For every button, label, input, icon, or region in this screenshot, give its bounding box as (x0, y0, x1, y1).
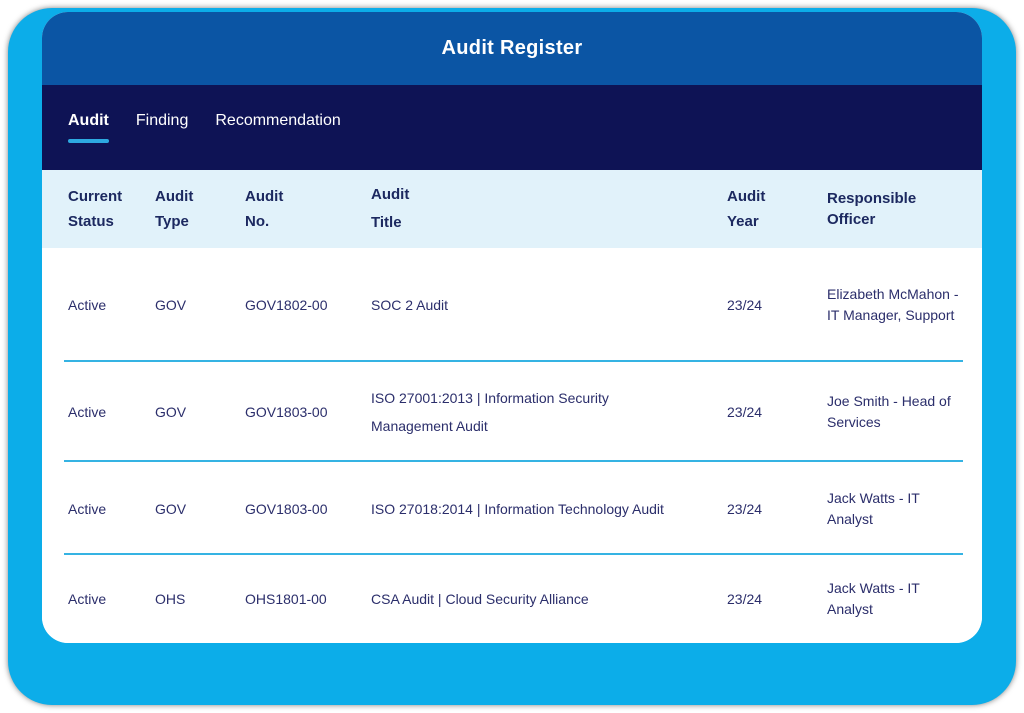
cell-audit-no: OHS1801-00 (245, 591, 371, 607)
column-header-audit-title: Audit Title (371, 181, 727, 237)
cell-audit-type: GOV (155, 501, 245, 517)
cell-responsible-officer: Jack Watts - IT Analyst (827, 578, 962, 620)
column-header-responsible-officer: Responsible Officer (827, 188, 962, 230)
active-tab-underline (68, 139, 109, 143)
tab-recommendation-label: Recommendation (215, 112, 340, 130)
tab-audit[interactable]: Audit (68, 112, 109, 143)
cell-audit-no: GOV1803-00 (245, 404, 371, 420)
cell-audit-year: 23/24 (727, 501, 827, 517)
cell-audit-year: 23/24 (727, 404, 827, 420)
tab-finding-label: Finding (136, 112, 188, 130)
cell-audit-year: 23/24 (727, 297, 827, 313)
cell-current-status: Active (68, 501, 155, 517)
cell-audit-type: GOV (155, 297, 245, 313)
tab-recommendation[interactable]: Recommendation (215, 112, 340, 143)
table-row[interactable]: Active GOV GOV1802-00 SOC 2 Audit 23/24 … (42, 248, 982, 362)
cell-audit-no: GOV1802-00 (245, 297, 371, 313)
column-header-audit-no: Audit No. (245, 184, 371, 234)
cell-current-status: Active (68, 404, 155, 420)
table-row[interactable]: Active GOV GOV1803-00 ISO 27018:2014 | I… (42, 462, 982, 555)
column-header-current-status: Current Status (68, 184, 155, 234)
cell-current-status: Active (68, 297, 155, 313)
table-row[interactable]: Active OHS OHS1801-00 CSA Audit | Cloud … (42, 555, 982, 643)
cell-responsible-officer: Joe Smith - Head of Services (827, 391, 962, 433)
cell-audit-year: 23/24 (727, 591, 827, 607)
audit-register-card: Audit Register Audit Finding Recommendat… (42, 12, 982, 643)
cell-audit-title: CSA Audit | Cloud Security Alliance (371, 585, 727, 613)
table-header-row: Current Status Audit Type Audit No. Audi… (42, 170, 982, 248)
cell-audit-title: ISO 27018:2014 | Information Technology … (371, 495, 727, 523)
page-title: Audit Register (442, 37, 583, 60)
title-bar: Audit Register (42, 12, 982, 85)
cell-current-status: Active (68, 591, 155, 607)
cell-audit-type: GOV (155, 404, 245, 420)
tab-bar: Audit Finding Recommendation (42, 85, 982, 170)
column-header-audit-type: Audit Type (155, 184, 245, 234)
tab-audit-label: Audit (68, 112, 109, 130)
cell-audit-no: GOV1803-00 (245, 501, 371, 517)
tab-finding[interactable]: Finding (136, 112, 188, 143)
table-row[interactable]: Active GOV GOV1803-00 ISO 27001:2013 | I… (42, 362, 982, 462)
column-header-audit-year: Audit Year (727, 184, 827, 234)
app-frame: Audit Register Audit Finding Recommendat… (8, 8, 1016, 705)
cell-responsible-officer: Elizabeth McMahon - IT Manager, Support (827, 284, 962, 326)
cell-audit-type: OHS (155, 591, 245, 607)
cell-responsible-officer: Jack Watts - IT Analyst (827, 488, 962, 530)
cell-audit-title: SOC 2 Audit (371, 291, 727, 319)
audit-table-body: Active GOV GOV1802-00 SOC 2 Audit 23/24 … (42, 248, 982, 643)
cell-audit-title: ISO 27001:2013 | Information Security Ma… (371, 384, 727, 440)
